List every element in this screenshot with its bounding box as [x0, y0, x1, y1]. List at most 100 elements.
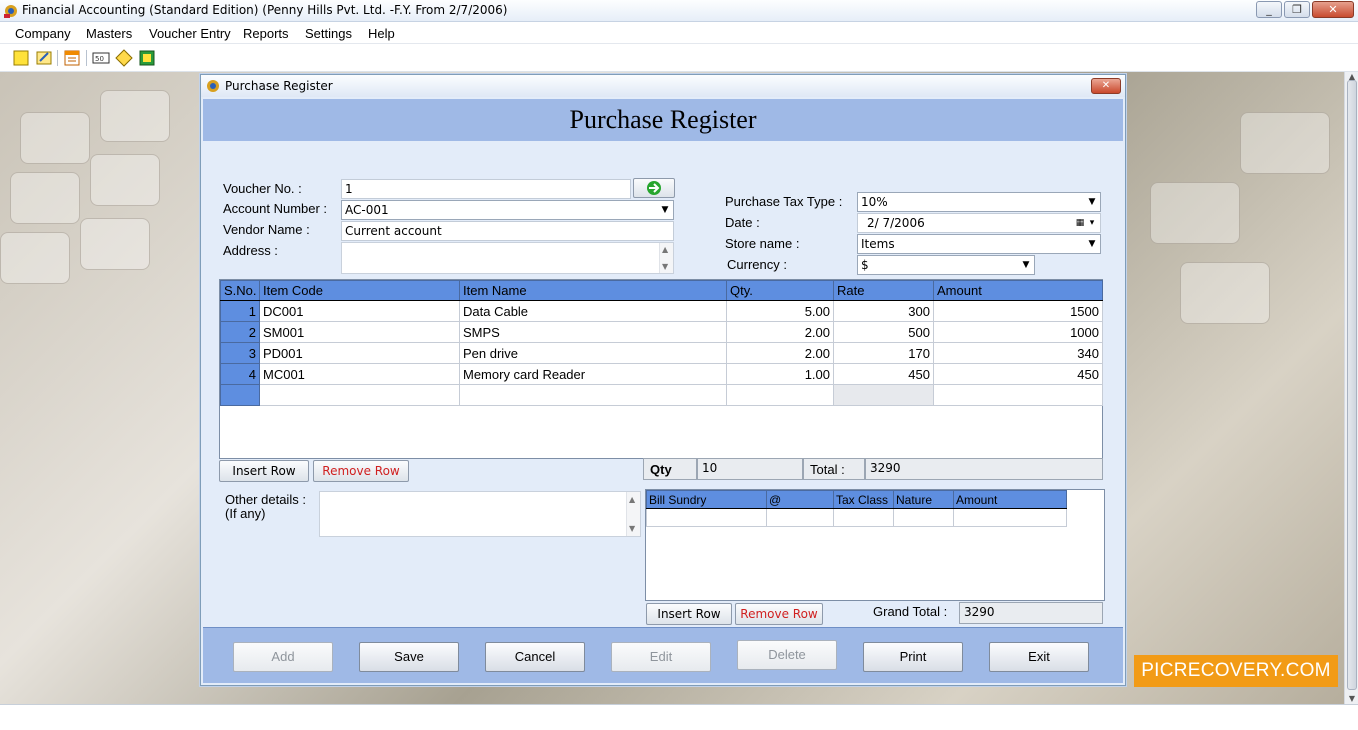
other-details-scrollbar[interactable]: ▲ ▼: [626, 492, 640, 536]
rate-cell[interactable]: 500: [833, 321, 934, 343]
exit-button[interactable]: Exit: [989, 642, 1089, 672]
item-code-cell[interactable]: MC001: [259, 363, 460, 385]
column-header-sundry-amount[interactable]: Amount: [953, 490, 1067, 509]
rate-cell[interactable]: [833, 384, 934, 406]
menu-reports[interactable]: Reports: [243, 26, 289, 41]
qty-cell[interactable]: 2.00: [726, 342, 834, 364]
minimize-button[interactable]: _: [1256, 1, 1282, 18]
insert-row-button[interactable]: Insert Row: [219, 460, 309, 482]
purchase-tax-type-select[interactable]: 10% ▼: [857, 192, 1101, 212]
bill-sundry-grid[interactable]: Bill Sundry @ Tax Class Nature Amount: [645, 489, 1105, 601]
export-icon[interactable]: [138, 49, 156, 67]
item-code-cell[interactable]: [259, 384, 460, 406]
edit-icon[interactable]: [35, 49, 53, 67]
qty-cell[interactable]: [726, 384, 834, 406]
voucher-no-field[interactable]: 1: [341, 179, 631, 199]
qty-cell[interactable]: 5.00: [726, 300, 834, 322]
cancel-button[interactable]: Cancel: [485, 642, 585, 672]
address-field[interactable]: ▲ ▼: [341, 242, 674, 274]
column-header-sno[interactable]: S.No.: [220, 280, 260, 301]
column-header-at[interactable]: @: [766, 490, 834, 509]
table-row[interactable]: 3 PD001 Pen drive 2.00 170 340: [220, 342, 1103, 364]
item-code-cell[interactable]: SM001: [259, 321, 460, 343]
other-details-field[interactable]: ▲ ▼: [319, 491, 641, 537]
save-button[interactable]: Save: [359, 642, 459, 672]
amount-cell[interactable]: 1000: [933, 321, 1103, 343]
voucher-icon[interactable]: 50: [92, 49, 110, 67]
qty-cell[interactable]: 2.00: [726, 321, 834, 343]
sundry-amount-cell[interactable]: [953, 508, 1067, 527]
store-name-select[interactable]: Items ▼: [857, 234, 1101, 254]
column-header-item-name[interactable]: Item Name: [459, 280, 727, 301]
dropdown-arrow-icon: ▼: [1088, 239, 1096, 249]
remove-row-button[interactable]: Remove Row: [313, 460, 409, 482]
address-scrollbar[interactable]: ▲ ▼: [659, 243, 673, 273]
row-number[interactable]: 3: [220, 342, 260, 364]
menu-help[interactable]: Help: [368, 26, 395, 41]
tax-class-cell[interactable]: [833, 508, 894, 527]
table-row-new[interactable]: [220, 384, 1103, 406]
scroll-down-icon[interactable]: ▼: [1347, 694, 1357, 704]
item-name-cell[interactable]: [459, 384, 727, 406]
rate-cell[interactable]: 170: [833, 342, 934, 364]
amount-cell[interactable]: 340: [933, 342, 1103, 364]
column-header-nature[interactable]: Nature: [893, 490, 954, 509]
item-name-cell[interactable]: Data Cable: [459, 300, 727, 322]
date-picker[interactable]: 2/ 7/2006 ▦ ▾: [857, 213, 1101, 233]
item-code-cell[interactable]: DC001: [259, 300, 460, 322]
bill-sundry-cell[interactable]: [646, 508, 767, 527]
row-number[interactable]: 1: [220, 300, 260, 322]
print-button[interactable]: Print: [863, 642, 963, 672]
calendar-small-icon[interactable]: ▦: [1074, 217, 1086, 229]
amount-cell[interactable]: 1500: [933, 300, 1103, 322]
item-name-cell[interactable]: Memory card Reader: [459, 363, 727, 385]
menu-settings[interactable]: Settings: [305, 26, 352, 41]
menu-masters[interactable]: Masters: [86, 26, 132, 41]
item-name-cell[interactable]: Pen drive: [459, 342, 727, 364]
calendar-icon[interactable]: [63, 49, 81, 67]
row-number[interactable]: [220, 384, 260, 406]
table-row[interactable]: 1 DC001 Data Cable 5.00 300 1500: [220, 300, 1103, 322]
add-button[interactable]: Add: [233, 642, 333, 672]
items-grid[interactable]: S.No. Item Code Item Name Qty. Rate Amou…: [219, 279, 1103, 459]
row-number[interactable]: 4: [220, 363, 260, 385]
currency-select[interactable]: $ ▼: [857, 255, 1035, 275]
column-header-item-code[interactable]: Item Code: [259, 280, 460, 301]
vertical-scrollbar[interactable]: ▲ ▼: [1344, 72, 1358, 704]
table-row[interactable]: [646, 508, 1067, 527]
column-header-rate[interactable]: Rate: [833, 280, 934, 301]
account-number-select[interactable]: AC-001 ▼: [341, 200, 674, 220]
menu-company[interactable]: Company: [15, 26, 71, 41]
amount-cell[interactable]: [933, 384, 1103, 406]
delete-button[interactable]: Delete: [737, 640, 837, 670]
rate-cell[interactable]: 300: [833, 300, 934, 322]
column-header-bill-sundry[interactable]: Bill Sundry: [646, 490, 767, 509]
amount-cell[interactable]: 450: [933, 363, 1103, 385]
dropdown-arrow-icon[interactable]: ▾: [1086, 217, 1098, 229]
new-icon[interactable]: [12, 49, 30, 67]
at-cell[interactable]: [766, 508, 834, 527]
table-row[interactable]: 2 SM001 SMPS 2.00 500 1000: [220, 321, 1103, 343]
menu-voucher-entry[interactable]: Voucher Entry: [149, 26, 231, 41]
column-header-amount[interactable]: Amount: [933, 280, 1103, 301]
item-code-cell[interactable]: PD001: [259, 342, 460, 364]
vendor-name-field[interactable]: Current account: [341, 221, 674, 241]
restore-button[interactable]: ❐: [1284, 1, 1310, 18]
sundry-remove-row-button[interactable]: Remove Row: [735, 603, 823, 625]
arrow-right-icon: [647, 181, 661, 195]
dialog-close-button[interactable]: ✕: [1091, 78, 1121, 94]
go-arrow-button[interactable]: [633, 178, 675, 198]
item-name-cell[interactable]: SMPS: [459, 321, 727, 343]
edit-button[interactable]: Edit: [611, 642, 711, 672]
qty-cell[interactable]: 1.00: [726, 363, 834, 385]
diamond-icon[interactable]: [115, 49, 133, 67]
column-header-qty[interactable]: Qty.: [726, 280, 834, 301]
close-button[interactable]: ✕: [1312, 1, 1354, 18]
scrollbar-thumb[interactable]: [1347, 80, 1357, 690]
table-row[interactable]: 4 MC001 Memory card Reader 1.00 450 450: [220, 363, 1103, 385]
row-number[interactable]: 2: [220, 321, 260, 343]
nature-cell[interactable]: [893, 508, 954, 527]
column-header-tax-class[interactable]: Tax Class: [833, 490, 894, 509]
sundry-insert-row-button[interactable]: Insert Row: [646, 603, 732, 625]
rate-cell[interactable]: 450: [833, 363, 934, 385]
